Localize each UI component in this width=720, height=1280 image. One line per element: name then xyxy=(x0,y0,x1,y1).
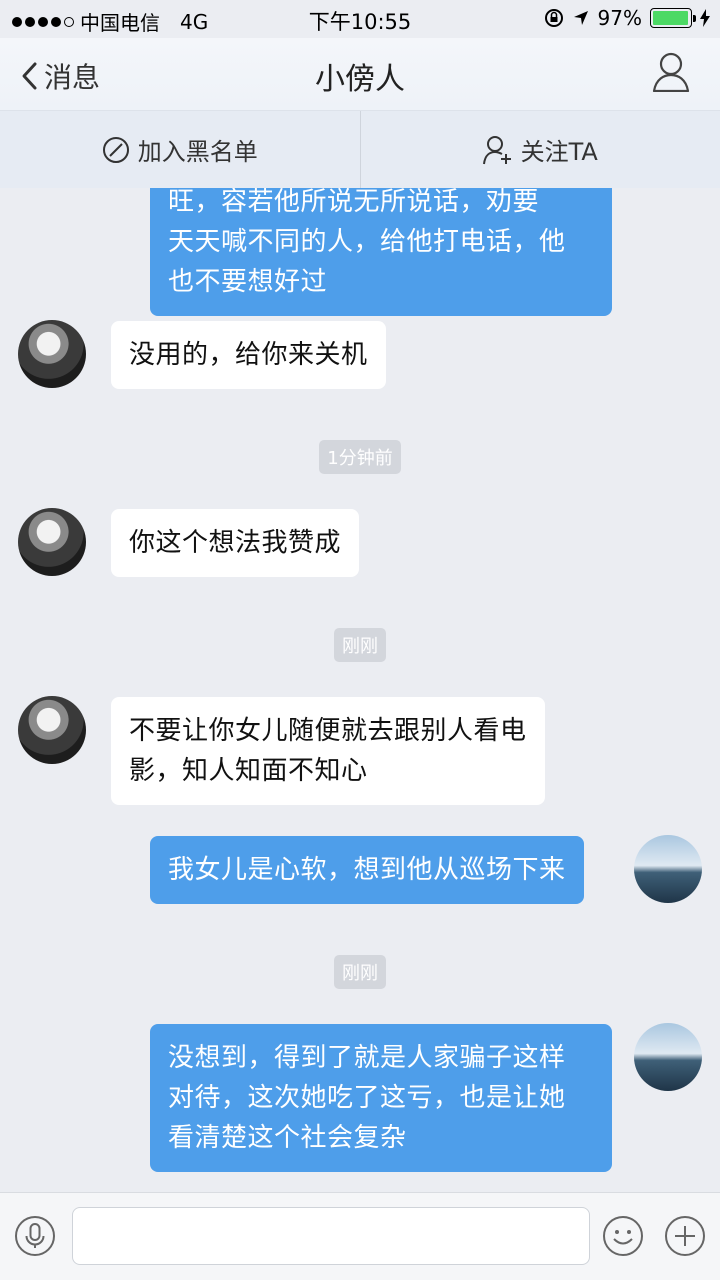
friend-avatar[interactable] xyxy=(18,508,86,576)
status-right: 97% xyxy=(544,6,710,30)
friend-avatar[interactable] xyxy=(18,320,86,388)
timestamp: 1分钟前 xyxy=(0,440,720,474)
message-text: 你这个想法我赞成 xyxy=(129,528,342,558)
timestamp: 刚刚 xyxy=(0,628,720,662)
chat-title: 小傍人 xyxy=(315,62,405,97)
incoming-message[interactable]: 没用的，给你来关机 xyxy=(111,321,386,389)
outgoing-message[interactable]: 我女儿是心软，想到他从巡场下来 xyxy=(150,836,584,904)
my-avatar[interactable] xyxy=(634,1023,702,1091)
message-line: 影，知人知面不知心 xyxy=(129,756,368,786)
follow-label: 关注TA xyxy=(520,138,598,166)
voice-button[interactable] xyxy=(14,1215,56,1261)
emoji-button[interactable] xyxy=(602,1215,644,1261)
rotation-lock-icon xyxy=(544,9,563,27)
input-bar xyxy=(0,1192,720,1280)
action-bar: 加入黑名单 关注TA xyxy=(0,110,720,188)
message-input[interactable] xyxy=(72,1207,590,1265)
message-line: 天天喊不同的人，给他打电话，他 xyxy=(168,227,566,257)
location-icon xyxy=(573,11,588,25)
charging-icon xyxy=(700,9,710,27)
message-line: 也不要想好过 xyxy=(168,267,328,297)
plus-icon xyxy=(665,1216,705,1256)
more-button[interactable] xyxy=(664,1215,706,1261)
message-text: 我女儿是心软，想到他从巡场下来 xyxy=(168,855,566,885)
follow-user-icon xyxy=(482,135,511,164)
battery-fill xyxy=(653,11,688,25)
message-line: 不要让你女儿随便就去跟别人看电 xyxy=(129,716,527,746)
timestamp-label: 刚刚 xyxy=(334,955,386,989)
outgoing-message[interactable]: 没想到，得到了就是人家骗子这样 对待，这次她吃了这亏，也是让她 看清楚这个社会复… xyxy=(150,1024,612,1172)
battery-icon xyxy=(650,8,696,28)
blacklist-label: 加入黑名单 xyxy=(137,138,258,166)
smiley-icon xyxy=(603,1216,643,1256)
my-avatar[interactable] xyxy=(634,835,702,903)
nav-bar: 消息 小傍人 xyxy=(0,38,720,110)
microphone-icon xyxy=(15,1216,55,1256)
friend-avatar[interactable] xyxy=(18,696,86,764)
profile-button[interactable] xyxy=(652,52,690,96)
message-text: 没用的，给你来关机 xyxy=(129,340,368,370)
timestamp: 刚刚 xyxy=(0,955,720,989)
blacklist-button[interactable]: 加入黑名单 xyxy=(0,111,360,188)
follow-button[interactable]: 关注TA xyxy=(361,111,720,188)
outgoing-message[interactable]: 旺，容若他所说无所说话，劝要 天天喊不同的人，给他打电话，他 也不要想好过 xyxy=(150,188,612,316)
person-icon xyxy=(652,52,690,93)
timestamp-label: 刚刚 xyxy=(334,628,386,662)
message-line: 看清楚这个社会复杂 xyxy=(168,1123,407,1153)
message-line: 旺，容若他所说无所说话，劝要 xyxy=(168,188,540,217)
timestamp-label: 1分钟前 xyxy=(319,440,401,474)
message-line: 没想到，得到了就是人家骗子这样 xyxy=(168,1043,566,1073)
chat-area[interactable]: 旺，容若他所说无所说话，劝要 天天喊不同的人，给他打电话，他 也不要想好过 没用… xyxy=(0,188,720,1192)
status-bar: 中国电信 4G 下午10:55 97% xyxy=(0,0,720,38)
incoming-message[interactable]: 你这个想法我赞成 xyxy=(111,509,360,577)
battery-percent: 97% xyxy=(597,6,642,30)
block-icon xyxy=(102,136,129,163)
message-line: 对待，这次她吃了这亏，也是让她 xyxy=(168,1083,566,1113)
incoming-message[interactable]: 不要让你女儿随便就去跟别人看电 影，知人知面不知心 xyxy=(111,697,545,805)
